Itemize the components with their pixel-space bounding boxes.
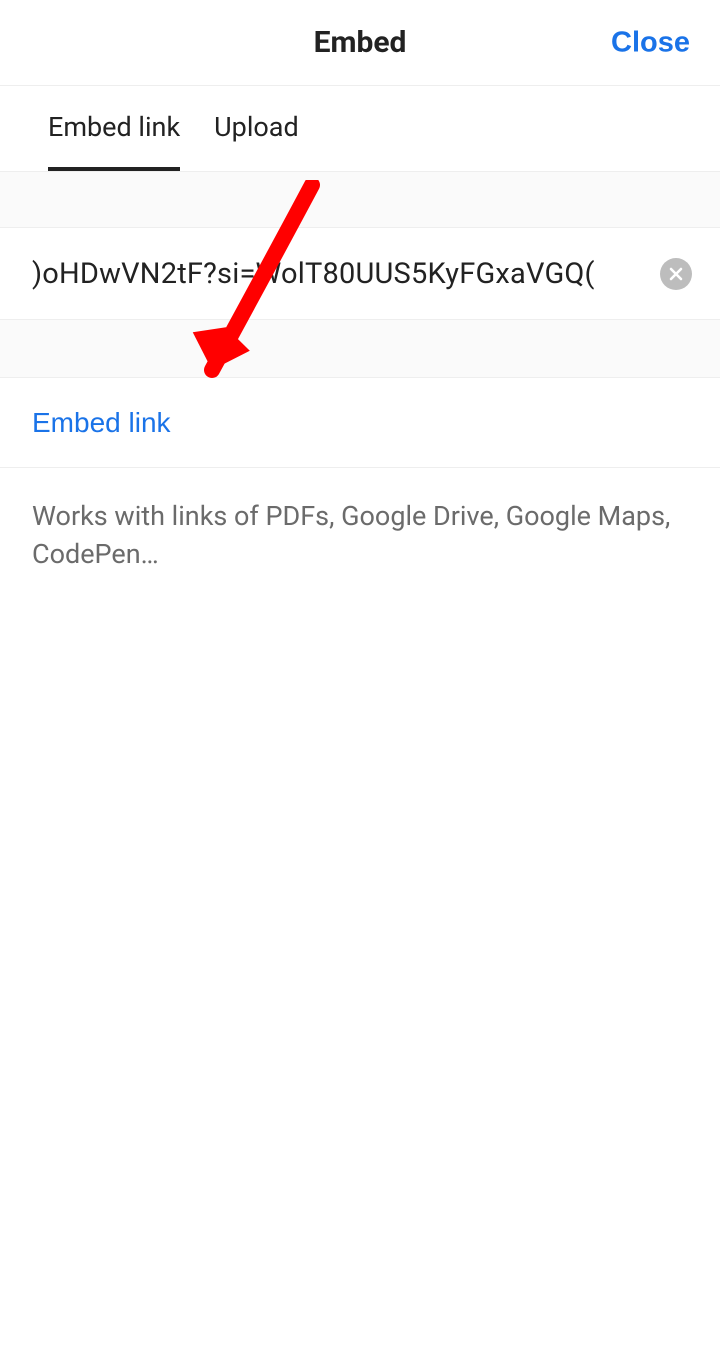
embed-action-row: Embed link <box>0 378 720 468</box>
tab-embed-link[interactable]: Embed link <box>48 86 180 171</box>
url-input[interactable] <box>0 228 650 319</box>
close-icon <box>669 267 683 281</box>
tab-upload[interactable]: Upload <box>214 86 299 171</box>
help-text: Works with links of PDFs, Google Drive, … <box>0 468 720 574</box>
url-input-row <box>0 228 720 320</box>
close-button[interactable]: Close <box>611 26 690 59</box>
clear-input-button[interactable] <box>660 258 692 290</box>
spacer <box>0 172 720 228</box>
spacer <box>0 320 720 378</box>
embed-link-button[interactable]: Embed link <box>32 407 171 439</box>
dialog-header: Embed Close <box>0 0 720 86</box>
tab-bar: Embed link Upload <box>0 86 720 172</box>
dialog-title: Embed <box>314 25 407 60</box>
